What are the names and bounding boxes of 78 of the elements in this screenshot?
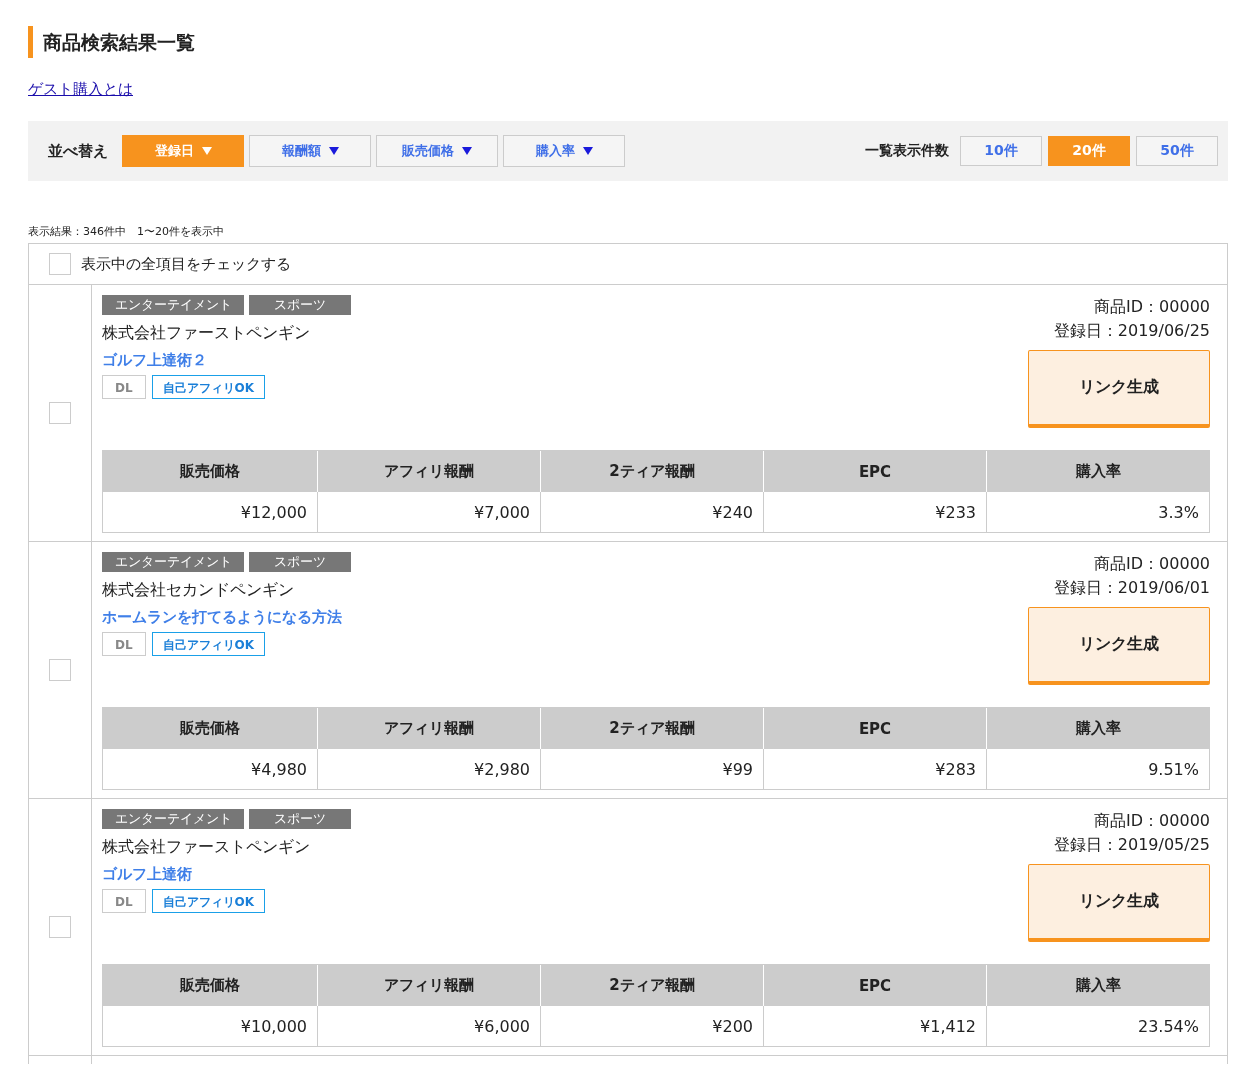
page-size-button[interactable]: 50件 (1136, 136, 1218, 166)
table-cell: ¥7,000 (317, 492, 540, 532)
product-badge: DL (102, 889, 146, 913)
table-header-cell: 購入率 (986, 451, 1209, 492)
product-title-link[interactable]: ゴルフ上達術２ (102, 349, 351, 371)
table-header-cell: アフィリ報酬 (317, 451, 540, 492)
table-header-cell: 2ティア報酬 (540, 451, 763, 492)
table-cell-text: ¥4,980 (250, 758, 308, 781)
registered-date: 登録日：2019/06/25 (1053, 320, 1210, 342)
table-cell: ¥200 (540, 1006, 763, 1046)
product-id: 商品ID：00000 (1094, 810, 1210, 832)
table-cell: 3.3% (986, 492, 1209, 532)
category-tag: エンターテイメント (102, 295, 244, 315)
table-header-cell: 購入率 (986, 708, 1209, 749)
table-cell-text: ¥10,000 (239, 1015, 308, 1038)
checkbox[interactable] (49, 916, 71, 938)
table-header-cell: アフィリ報酬 (317, 965, 540, 1006)
table-header-cell: 2ティア報酬 (540, 965, 763, 1006)
checkbox[interactable] (49, 659, 71, 681)
sort-button[interactable]: 販売価格 (376, 135, 498, 167)
table-header-cell: EPC (763, 965, 986, 1006)
product-title-link[interactable]: ホームランを打てるようになる方法 (102, 606, 351, 628)
table-header-cell: 販売価格 (103, 965, 317, 1006)
registered-date: 登録日：2019/05/25 (1053, 834, 1210, 856)
table-header-cell: アフィリ報酬 (317, 708, 540, 749)
table-cell: ¥283 (763, 749, 986, 789)
product-badge: DL (102, 632, 146, 656)
caret-icon (582, 147, 593, 155)
product-badge: DL (102, 375, 146, 399)
check-all-label: 表示中の全項目をチェックする (81, 254, 291, 274)
table-cell: ¥240 (540, 492, 763, 532)
registered-date: 登録日：2019/06/01 (1053, 577, 1210, 599)
table-cell: ¥99 (540, 749, 763, 789)
table-cell: ¥2,980 (317, 749, 540, 789)
category-tag: スポーツ (249, 809, 351, 829)
product-id: 商品ID：00000 (1094, 553, 1210, 575)
table-cell: ¥6,000 (317, 1006, 540, 1046)
table-header-cell: 2ティア報酬 (540, 708, 763, 749)
table-header-cell: 販売価格 (103, 708, 317, 749)
company-name: 株式会社セカンドペンギン (102, 579, 295, 601)
product-badge: 自己アフィリOK (151, 375, 266, 399)
category-tag: スポーツ (249, 295, 351, 315)
sort-button[interactable]: 登録日 (122, 135, 244, 167)
page-size-label: 一覧表示件数 (865, 142, 949, 160)
guest-purchase-link[interactable]: ゲスト購入とは (28, 80, 133, 99)
table-cell: 9.51% (986, 749, 1209, 789)
category-tag: エンターテイメント (102, 552, 244, 572)
sort-label: 並べ替え (48, 141, 108, 161)
page-size-button[interactable]: 20件 (1048, 136, 1130, 166)
table-header-cell: 購入率 (986, 965, 1209, 1006)
table-cell: ¥1,412 (763, 1006, 986, 1046)
product-id: 商品ID：00000 (1094, 296, 1210, 318)
company-name: 株式会社ファーストペンギン (102, 322, 311, 344)
company-name: 株式会社ファーストペンギン (102, 836, 311, 858)
page-size-button[interactable]: 10件 (960, 136, 1042, 166)
category-tag: エンターテイメント (102, 809, 244, 829)
checkbox[interactable] (49, 253, 71, 275)
table-header-cell: 販売価格 (103, 451, 317, 492)
product-title-link[interactable]: ゴルフ上達術 (102, 863, 351, 885)
generate-link-button[interactable]: リンク生成 (1028, 350, 1210, 428)
caret-icon (328, 147, 339, 155)
caret-icon (462, 147, 472, 155)
generate-link-button[interactable]: リンク生成 (1028, 864, 1210, 942)
checkbox[interactable] (49, 402, 71, 424)
table-cell: 23.54% (986, 1006, 1209, 1046)
table-cell-text: ¥12,000 (239, 501, 308, 524)
generate-link-button[interactable]: リンク生成 (1028, 607, 1210, 685)
category-tag: スポーツ (249, 552, 351, 572)
table-header-cell: EPC (763, 451, 986, 492)
page-title: 商品検索結果一覧 (28, 26, 1228, 58)
table-header-cell: EPC (763, 708, 986, 749)
product-badge: 自己アフィリOK (151, 632, 266, 656)
result-summary: 表示結果：346件中 1〜20件を表示中 (28, 225, 225, 239)
product-badge: 自己アフィリOK (151, 889, 266, 913)
sort-button[interactable]: 購入率 (503, 135, 625, 167)
caret-icon (201, 147, 212, 155)
sort-button[interactable]: 報酬額 (249, 135, 371, 167)
table-cell: ¥233 (763, 492, 986, 532)
